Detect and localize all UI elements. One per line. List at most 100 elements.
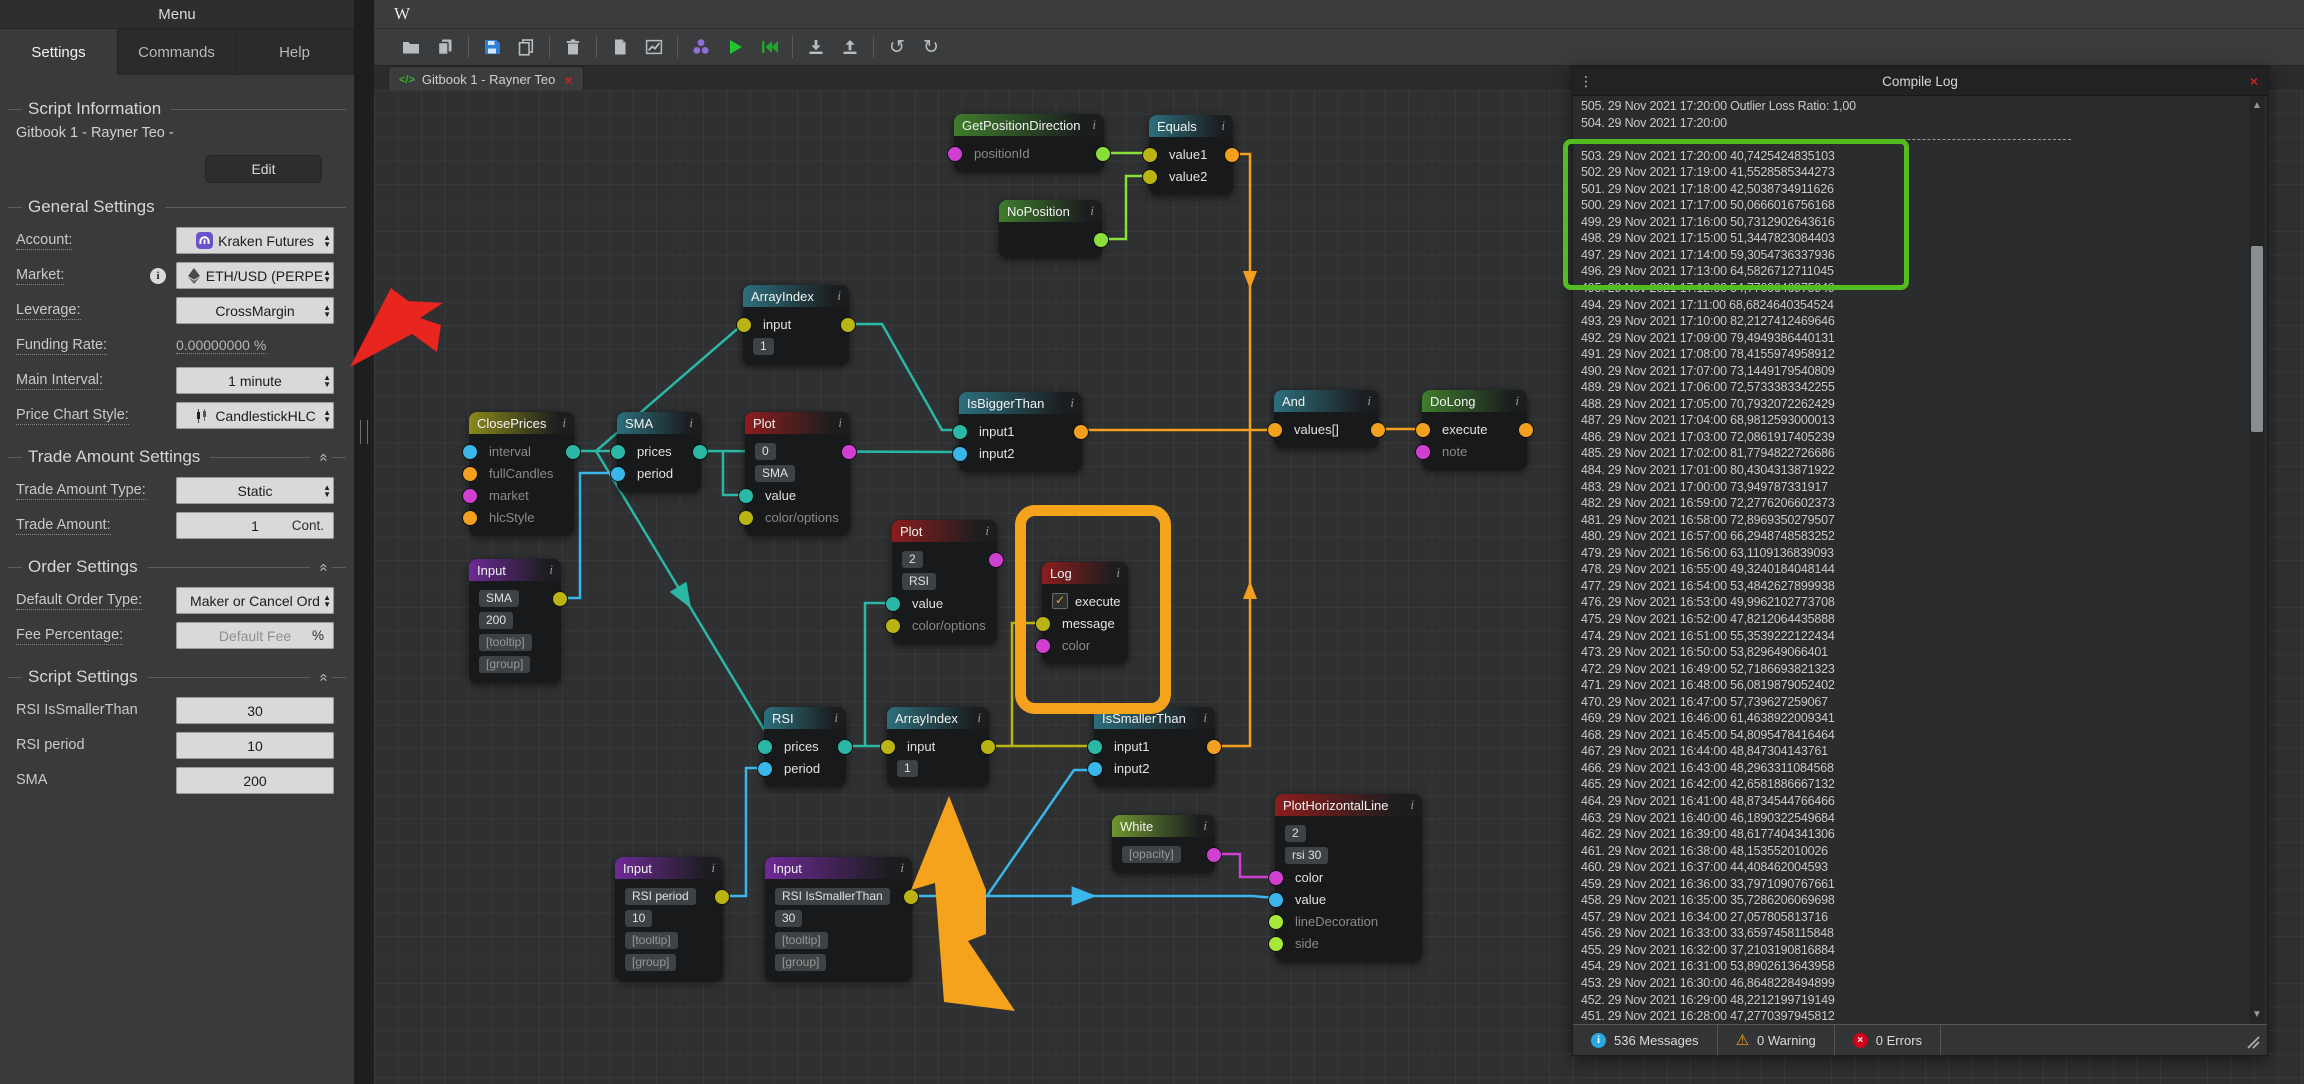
scroll-up-icon[interactable]: ▲ <box>2249 100 2265 111</box>
resize-grip-icon[interactable] <box>360 420 368 444</box>
node-info-icon[interactable]: i <box>1515 393 1519 409</box>
output-port[interactable] <box>1224 147 1240 163</box>
node-field-0[interactable]: 0 <box>755 443 776 460</box>
checkbox-execute[interactable]: ✓ <box>1052 593 1068 609</box>
node-white[interactable]: Whitei[opacity] <box>1112 815 1215 873</box>
input-port-period[interactable] <box>610 466 626 482</box>
output-port[interactable] <box>988 552 1004 568</box>
node-field-10[interactable]: 10 <box>625 910 652 927</box>
node-info-icon[interactable]: i <box>837 288 841 304</box>
output-port[interactable] <box>565 444 581 460</box>
node-info-icon[interactable]: i <box>838 415 842 431</box>
input-port-execute[interactable] <box>1415 422 1431 438</box>
node-input[interactable]: InputiRSI period10[tooltip][group] <box>615 857 723 981</box>
duplicate-button[interactable] <box>509 33 543 61</box>
node-input[interactable]: InputiRSI IsSmallerThan30[tooltip][group… <box>765 857 912 981</box>
input-port-input[interactable] <box>880 739 896 755</box>
node-info-icon[interactable]: i <box>1116 565 1120 581</box>
node-log[interactable]: Logi✓executemessagecolor <box>1042 562 1128 664</box>
panel-menu-icon[interactable]: ⋮ <box>1573 73 1599 90</box>
output-port[interactable] <box>840 317 856 333</box>
save-button[interactable] <box>475 33 509 61</box>
input-port-prices[interactable] <box>757 739 773 755</box>
spinner-icon[interactable]: ▲▼ <box>323 402 331 429</box>
node-field-sma[interactable]: SMA <box>479 590 519 607</box>
input-port-input2[interactable] <box>952 446 968 462</box>
node-info-icon[interactable]: i <box>689 415 693 431</box>
node-field-group[interactable]: [group] <box>625 954 676 971</box>
input-port-positionid[interactable] <box>947 146 963 162</box>
tab-close-icon[interactable]: × <box>564 72 572 88</box>
output-port[interactable] <box>1206 739 1222 755</box>
output-port[interactable] <box>552 591 568 607</box>
node-field-group[interactable]: [group] <box>479 656 530 673</box>
input-port-input2[interactable] <box>1087 761 1103 777</box>
node-field-rsi-30[interactable]: rsi 30 <box>1285 847 1328 864</box>
node-input[interactable]: InputiSMA200[tooltip][group] <box>469 559 561 683</box>
collapse-icon[interactable]: « <box>315 453 332 461</box>
node-info-icon[interactable]: i <box>900 860 904 876</box>
run-button[interactable] <box>718 33 752 61</box>
spinner-icon[interactable]: ▲▼ <box>323 587 331 614</box>
download-button[interactable] <box>799 33 833 61</box>
dropdown-account[interactable]: Kraken Futures▲▼ <box>176 227 334 254</box>
spinner-icon[interactable]: ▲▼ <box>323 262 331 289</box>
node-info-icon[interactable]: i <box>1367 393 1371 409</box>
spinner-icon[interactable]: ▲▼ <box>323 477 331 504</box>
node-isbiggerthan[interactable]: IsBiggerThaniinput1input2 <box>959 392 1082 472</box>
compile-log-header[interactable]: ⋮ Compile Log × <box>1573 67 2267 96</box>
input-port-input[interactable] <box>736 317 752 333</box>
panel-close-icon[interactable]: × <box>2241 73 2267 89</box>
info-icon[interactable]: i <box>150 268 166 284</box>
scroll-down-icon[interactable]: ▼ <box>2249 1009 2265 1020</box>
input-port-value[interactable] <box>1268 892 1284 908</box>
node-field-sma[interactable]: SMA <box>755 465 795 482</box>
input-port-input1[interactable] <box>952 424 968 440</box>
dropdown-price-chart-style[interactable]: CandlestickHLC▲▼ <box>176 402 334 429</box>
node-rsi[interactable]: RSIipricesperiod <box>764 707 846 787</box>
node-field-2[interactable]: 2 <box>902 551 923 568</box>
input-port-note[interactable] <box>1415 444 1431 460</box>
node-info-icon[interactable]: i <box>1092 117 1096 133</box>
node-field-tooltip[interactable]: [tooltip] <box>775 932 828 949</box>
node-field-1[interactable]: 1 <box>897 760 918 777</box>
input-port-color[interactable] <box>1268 870 1284 886</box>
input-port-values[interactable] <box>1267 422 1283 438</box>
output-port[interactable] <box>837 739 853 755</box>
node-info-icon[interactable]: i <box>1221 118 1225 134</box>
tab-gitbook1[interactable]: </> Gitbook 1 - Rayner Teo × <box>388 66 584 92</box>
output-port[interactable] <box>1093 232 1109 248</box>
spinner-icon[interactable]: ▲▼ <box>323 227 331 254</box>
menu-header[interactable]: Menu <box>0 0 354 29</box>
input-port-color-options[interactable] <box>885 618 901 634</box>
input-port-fullcandles[interactable] <box>462 466 478 482</box>
node-issmallerthan[interactable]: IsSmallerThaniinput1input2 <box>1094 707 1215 787</box>
node-field-opacity[interactable]: [opacity] <box>1122 846 1181 863</box>
node-info-icon[interactable]: i <box>834 710 838 726</box>
compile-nodes-button[interactable] <box>684 33 718 61</box>
undo-button[interactable]: ↺ <box>880 33 914 61</box>
input-sma[interactable]: 200 <box>176 767 334 794</box>
input-port-color-options[interactable] <box>738 510 754 526</box>
dropdown-main-interval[interactable]: 1 minute▲▼ <box>176 367 334 394</box>
output-port[interactable] <box>903 889 919 905</box>
node-plothorizontalline[interactable]: PlotHorizontalLinei2rsi 30colorvalueline… <box>1275 794 1422 962</box>
node-sma[interactable]: SMAipricesperiod <box>617 412 701 492</box>
output-port[interactable] <box>1206 847 1222 863</box>
node-arrayindex[interactable]: ArrayIndexiinput1 <box>887 707 989 787</box>
dropdown-trade-amount-type[interactable]: Static▲▼ <box>176 477 334 504</box>
input-port-value[interactable] <box>738 488 754 504</box>
output-port[interactable] <box>1095 146 1111 162</box>
input-port-value1[interactable] <box>1142 147 1158 163</box>
trash-button[interactable] <box>556 33 590 61</box>
output-port[interactable] <box>1370 422 1386 438</box>
sidebar-tab-settings[interactable]: Settings <box>0 29 118 75</box>
node-info-icon[interactable]: i <box>1203 818 1207 834</box>
sidebar-resize-strip[interactable] <box>354 0 374 1084</box>
open-folder-button[interactable] <box>394 33 428 61</box>
upload-button[interactable] <box>833 33 867 61</box>
node-info-icon[interactable]: i <box>1090 203 1094 219</box>
node-equals[interactable]: Equalsivalue1value2 <box>1149 115 1233 195</box>
copy-button[interactable] <box>428 33 462 61</box>
input-port-value2[interactable] <box>1142 169 1158 185</box>
